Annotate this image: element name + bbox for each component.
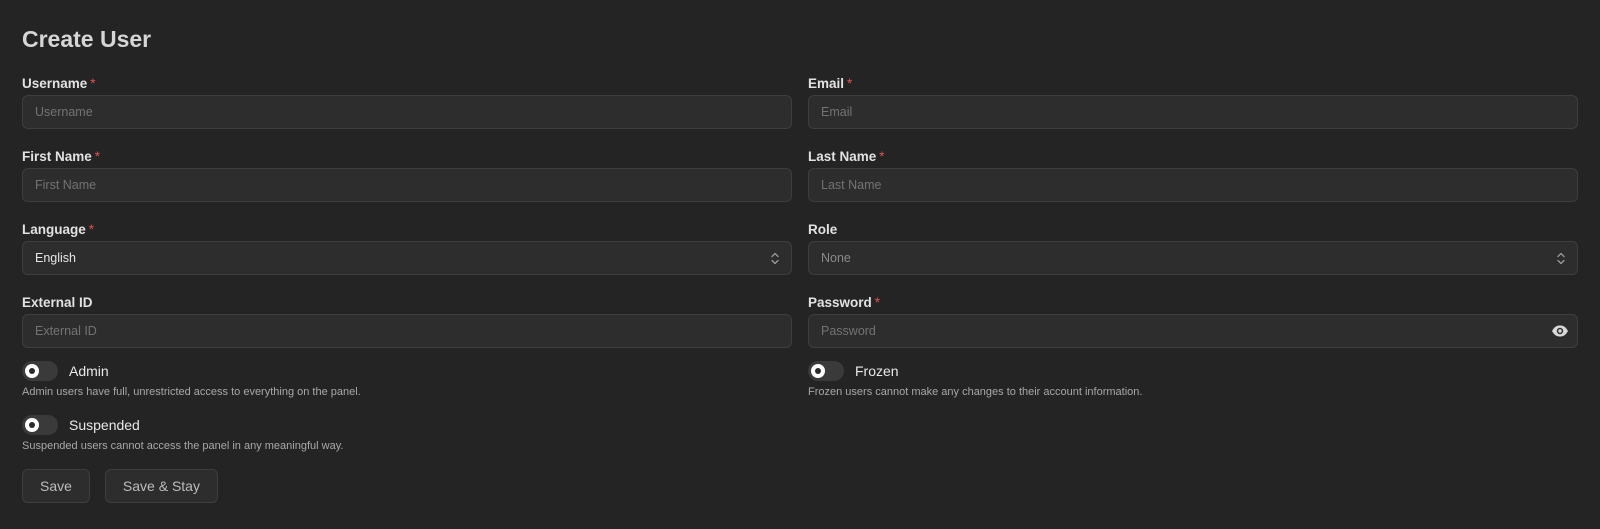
admin-toggle-label: Admin — [69, 363, 109, 379]
frozen-toggle[interactable] — [808, 361, 844, 381]
frozen-toggle-description: Frozen users cannot make any changes to … — [808, 386, 1143, 398]
last-name-control — [808, 168, 1578, 202]
external-id-field-group: External ID — [22, 293, 792, 366]
language-label: Language * — [22, 222, 95, 237]
email-label: Email * — [808, 76, 853, 91]
email-control — [808, 95, 1578, 129]
admin-toggle-row: Admin — [22, 360, 792, 382]
role-label: Role — [808, 222, 838, 237]
chevron-updown-icon — [771, 252, 779, 265]
frozen-toggle-row: Frozen — [808, 360, 1578, 382]
first-name-field-group: First Name * — [22, 147, 792, 220]
required-mark: * — [874, 295, 881, 310]
toggle-knob — [811, 364, 825, 378]
form-actions: Save Save & Stay — [22, 469, 218, 503]
required-mark: * — [94, 149, 101, 164]
required-mark: * — [847, 76, 853, 91]
toggle-knob — [25, 364, 39, 378]
external-id-control — [22, 314, 792, 348]
page-title: Create User — [22, 26, 152, 52]
password-label: Password * — [808, 295, 881, 310]
username-control — [22, 95, 792, 129]
suspended-toggle-group: Suspended Suspended users cannot access … — [22, 414, 792, 468]
toggle-knob — [25, 418, 39, 432]
email-field-group: Email * — [808, 74, 1578, 147]
last-name-field-group: Last Name * — [808, 147, 1578, 220]
role-field-group: Role None — [808, 220, 1578, 293]
required-mark: * — [90, 76, 96, 91]
last-name-label: Last Name * — [808, 149, 885, 164]
email-input[interactable] — [809, 96, 1577, 128]
language-select[interactable]: English — [22, 241, 792, 275]
external-id-label: External ID — [22, 295, 93, 310]
admin-toggle-group: Admin Admin users have full, unrestricte… — [22, 360, 792, 414]
role-selected-value: None — [821, 251, 851, 265]
chevron-updown-icon — [1557, 252, 1565, 265]
last-name-input[interactable] — [809, 169, 1577, 201]
username-label: Username * — [22, 76, 96, 91]
suspended-toggle-description: Suspended users cannot access the panel … — [22, 440, 344, 452]
create-user-page: Create User Username* Email* First Name*… — [0, 0, 1600, 529]
username-field-group: Username * — [22, 74, 792, 147]
external-id-input[interactable] — [23, 315, 791, 347]
admin-toggle-description: Admin users have full, unrestricted acce… — [22, 386, 361, 398]
toggle-section: Admin Admin users have full, unrestricte… — [22, 360, 1578, 468]
password-field-group: Password * — [808, 293, 1578, 366]
admin-toggle[interactable] — [22, 361, 58, 381]
user-form: Username* Email* First Name* Last Name* — [22, 74, 1578, 366]
language-selected-value: English — [35, 251, 76, 265]
suspended-toggle[interactable] — [22, 415, 58, 435]
role-select[interactable]: None — [808, 241, 1578, 275]
first-name-control — [22, 168, 792, 202]
suspended-toggle-label: Suspended — [69, 417, 140, 433]
password-control — [808, 314, 1578, 348]
first-name-label: First Name * — [22, 149, 101, 164]
username-input[interactable] — [23, 96, 791, 128]
save-and-stay-button[interactable]: Save & Stay — [104, 469, 218, 503]
suspended-toggle-row: Suspended — [22, 414, 792, 436]
required-mark: * — [88, 222, 95, 237]
required-mark: * — [879, 149, 885, 164]
eye-icon[interactable] — [1551, 323, 1569, 339]
password-input[interactable] — [809, 315, 1577, 347]
frozen-toggle-group: Frozen Frozen users cannot make any chan… — [808, 360, 1578, 414]
first-name-input[interactable] — [23, 169, 791, 201]
save-button[interactable]: Save — [22, 469, 90, 503]
frozen-toggle-label: Frozen — [855, 363, 899, 379]
language-field-group: Language * English — [22, 220, 792, 293]
